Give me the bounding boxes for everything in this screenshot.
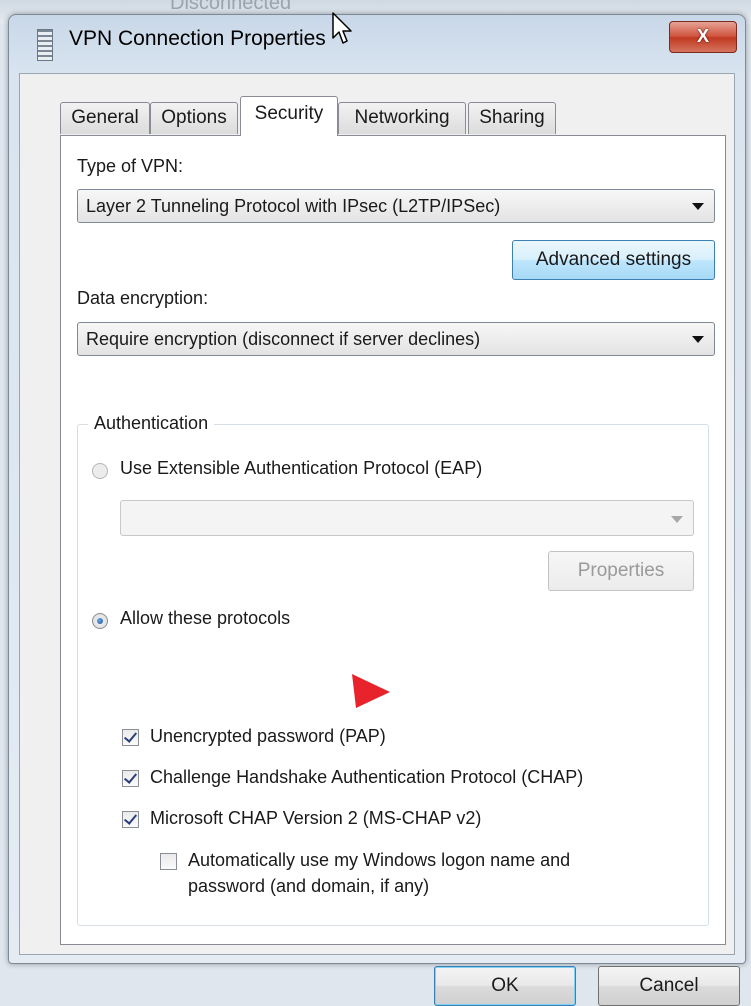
vpn-type-label: Type of VPN:: [77, 156, 184, 176]
background-status-text: Disconnected: [170, 0, 292, 14]
data-encryption-value: Require encryption (disconnect if server…: [86, 329, 481, 349]
red-pointer-icon: [352, 674, 390, 708]
mschap-v2-checkbox[interactable]: [122, 811, 139, 828]
eap-properties-button[interactable]: Properties: [548, 551, 694, 591]
tab-sharing[interactable]: Sharing: [468, 102, 556, 134]
cancel-button[interactable]: Cancel: [598, 966, 740, 1006]
vpn-type-value: Layer 2 Tunneling Protocol with IPsec (L…: [86, 196, 501, 216]
ok-button[interactable]: OK: [434, 966, 576, 1006]
vpn-connection-icon: [37, 29, 53, 61]
chap-label: Challenge Handshake Authentication Proto…: [150, 767, 584, 787]
eap-method-dropdown[interactable]: [120, 500, 694, 536]
vpn-type-dropdown[interactable]: Layer 2 Tunneling Protocol with IPsec (L…: [77, 189, 715, 223]
chevron-down-icon: [671, 516, 683, 523]
chevron-down-icon: [692, 203, 704, 210]
eap-radio[interactable]: [92, 463, 108, 479]
eap-label: Use Extensible Authentication Protocol (…: [120, 458, 483, 478]
tab-security[interactable]: Security: [240, 96, 338, 136]
vpn-properties-dialog: VPN Connection Properties X General Opti…: [8, 14, 746, 1006]
close-button[interactable]: X: [669, 21, 737, 53]
chevron-down-icon: [692, 336, 704, 343]
chap-checkbox[interactable]: [122, 770, 139, 787]
advanced-settings-button[interactable]: Advanced settings: [512, 240, 715, 280]
pap-label: Unencrypted password (PAP): [150, 726, 386, 746]
security-tab-panel: Type of VPN: Layer 2 Tunneling Protocol …: [60, 135, 726, 945]
auto-logon-checkbox[interactable]: [160, 853, 177, 870]
dialog-client-area: General Options Security Networking Shar…: [19, 73, 740, 1006]
mschap-v2-label: Microsoft CHAP Version 2 (MS-CHAP v2): [150, 808, 482, 828]
mouse-cursor-icon: [332, 12, 352, 44]
data-encryption-dropdown[interactable]: Require encryption (disconnect if server…: [77, 322, 715, 356]
tab-options[interactable]: Options: [150, 102, 238, 134]
allow-protocols-radio[interactable]: [92, 613, 108, 629]
window-title: VPN Connection Properties: [69, 27, 326, 50]
data-encryption-label: Data encryption:: [77, 288, 209, 308]
tab-networking[interactable]: Networking: [338, 102, 466, 134]
pap-checkbox[interactable]: [122, 729, 139, 746]
authentication-group-title: Authentication: [88, 413, 215, 434]
title-bar[interactable]: VPN Connection Properties X: [9, 15, 745, 75]
tab-general[interactable]: General: [60, 102, 150, 134]
allow-protocols-label: Allow these protocols: [120, 608, 291, 628]
auto-logon-label-line1: Automatically use my Windows logon name …: [188, 850, 571, 870]
auto-logon-label-line2: password (and domain, if any): [188, 876, 430, 896]
